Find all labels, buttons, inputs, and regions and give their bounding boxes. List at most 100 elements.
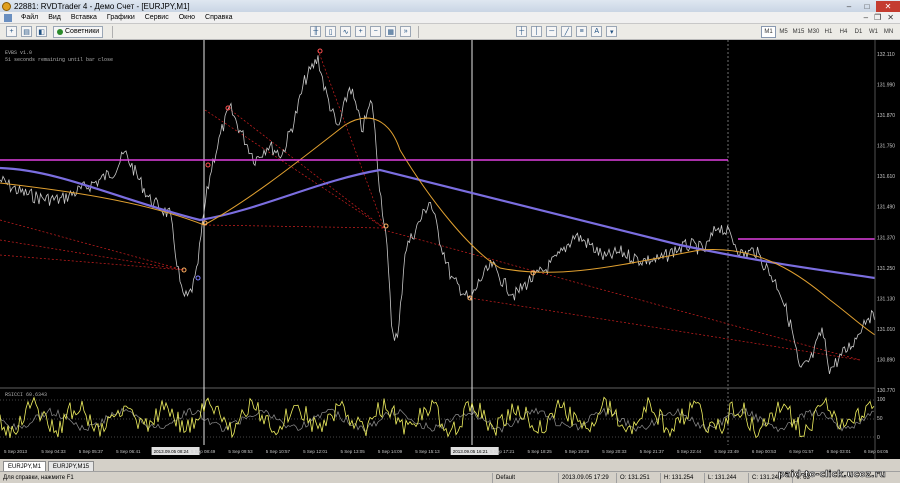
chart-tabs: EURJPY,M1 EURJPY,M15 — [0, 459, 900, 471]
timeframe-button[interactable]: MN — [881, 26, 896, 38]
timeframe-button[interactable]: M1 — [761, 25, 776, 38]
fan-line — [383, 229, 861, 361]
indicator-label: RSICCI 60.6343 — [5, 392, 48, 398]
time-tick-label: 5 Sep 20:33 — [602, 449, 627, 454]
crosshair-icon[interactable]: ┼ — [516, 26, 528, 37]
tile-windows-icon[interactable]: ▦ — [385, 26, 397, 37]
time-tick-label: 5 Sep 18:25 — [527, 449, 552, 454]
zoom-in-icon[interactable]: + — [355, 26, 367, 37]
time-tick-label: 5 Sep 22:44 — [677, 449, 702, 454]
fan-line — [0, 254, 185, 271]
price-tick-label: 131.250 — [877, 266, 895, 272]
price-tick-label: 131.010 — [877, 327, 895, 333]
status-low: L: 131.244 — [704, 472, 748, 483]
mdi-minimize-icon[interactable]: – — [864, 13, 868, 22]
time-tick-label: 2013.09.05 16:21 — [453, 449, 489, 454]
chart-tab[interactable]: EURJPY,M15 — [47, 461, 95, 471]
fan-line — [317, 49, 385, 229]
price-tick-label: 131.130 — [877, 296, 895, 302]
chart-info-line-1: EVBS v1.0 — [5, 50, 33, 56]
mdi-close-icon[interactable]: ✕ — [887, 13, 894, 22]
fan-line — [0, 239, 185, 271]
status-datetime: 2013.09.05 17:29 — [558, 472, 616, 483]
indicator-tick-label: 0 — [877, 435, 880, 441]
channel-icon[interactable]: ≡ — [576, 26, 588, 37]
price-tick-label: 130.890 — [877, 357, 895, 363]
candlestick-icon[interactable]: ▯ — [325, 26, 337, 37]
time-tick-label: 6 Sep 01:57 — [789, 449, 814, 454]
vertical-line-icon[interactable]: │ — [531, 26, 543, 37]
arrows-icon[interactable]: ▾ — [606, 26, 618, 37]
window-title: 22881: RVDTrader 4 - Демо Счет - [EURJPY… — [14, 1, 190, 11]
experts-button[interactable]: Советники — [53, 25, 104, 38]
minimize-icon[interactable]: – — [840, 1, 858, 12]
price-tick-label: 131.610 — [877, 174, 895, 180]
new-chart-icon[interactable]: + — [6, 26, 17, 37]
price-tick-label: 132.110 — [877, 52, 895, 58]
mdi-controls: – ❐ ✕ — [864, 13, 900, 22]
time-tick-label: 5 Sep 21:37 — [640, 449, 665, 454]
menu-insert[interactable]: Вставка — [66, 14, 102, 21]
time-tick-label: 5 Sep 06:41 — [116, 449, 141, 454]
rsi-line — [0, 396, 875, 439]
bar-chart-icon[interactable]: ╫ — [310, 26, 322, 37]
timeframe-button[interactable]: H4 — [836, 26, 851, 38]
watermark: paid-to-click.ucoz.ru — [778, 470, 886, 481]
price-chart[interactable]: 132.110 131.990 131.870 131.750 131.610 131.4… — [0, 40, 900, 459]
price-tick-label: 131.870 — [877, 113, 895, 119]
trendline-icon[interactable]: ╱ — [561, 26, 573, 37]
signal-marker — [195, 275, 201, 281]
app-icon — [2, 1, 11, 11]
timeframe-button[interactable]: H1 — [821, 26, 836, 38]
menu-window[interactable]: Окно — [174, 14, 200, 21]
time-tick-label: 6 Sep 00:53 — [752, 449, 777, 454]
status-open: O: 131.251 — [616, 472, 660, 483]
menu-file[interactable]: Файл — [16, 14, 43, 21]
maximize-icon[interactable]: □ — [858, 1, 876, 12]
indicator-tick-label: 50 — [877, 416, 883, 422]
chart-canvas[interactable]: 132.110 131.990 131.870 131.750 131.610 131.4… — [0, 40, 900, 459]
timeframe-button[interactable]: M30 — [806, 26, 821, 38]
time-tick-label: 6 Sep 03:01 — [827, 449, 852, 454]
close-icon[interactable]: ✕ — [876, 0, 900, 12]
fan-line — [204, 109, 385, 229]
line-chart-icon[interactable]: ∿ — [340, 26, 352, 37]
timeframe-button[interactable]: D1 — [851, 26, 866, 38]
price-line — [0, 55, 875, 374]
timeframe-button[interactable]: W1 — [866, 26, 881, 38]
zoom-out-icon[interactable]: − — [370, 26, 382, 37]
mdi-restore-icon[interactable]: ❐ — [874, 13, 881, 22]
market-watch-icon[interactable]: ◧ — [36, 26, 47, 37]
price-tick-label: 130.770 — [877, 388, 895, 394]
price-tick-label: 131.370 — [877, 235, 895, 241]
time-tick-label: 5 Sep 08:49 — [191, 449, 216, 454]
timeframe-button[interactable]: M5 — [776, 26, 791, 38]
profiles-icon[interactable]: ▤ — [21, 26, 32, 37]
text-icon[interactable]: A — [591, 26, 603, 37]
autoscroll-icon[interactable]: » — [400, 26, 412, 37]
horizontal-line-icon[interactable]: ─ — [546, 26, 558, 37]
fan-line — [204, 224, 385, 229]
signal-marker — [205, 162, 211, 168]
toolbar: + ▤ ◧ Советники ╫ ▯ ∿ + − ▦ » ┼ │ ─ ╱ ≡ … — [0, 24, 900, 40]
time-tick-label: 6 Sep 04:05 — [864, 449, 889, 454]
title-bar: 22881: RVDTrader 4 - Демо Счет - [EURJPY… — [0, 0, 900, 12]
status-high: H: 131.254 — [660, 472, 704, 483]
time-tick-label: 5 Sep 17:21 — [490, 449, 515, 454]
menu-help[interactable]: Справка — [200, 14, 237, 21]
menu-charts[interactable]: Графики — [102, 14, 140, 21]
price-tick-label: 131.750 — [877, 144, 895, 150]
menu-bar: Файл Вид Вставка Графики Сервис Окно Спр… — [0, 12, 900, 24]
time-tick-label: 5 Sep 05:37 — [79, 449, 104, 454]
chart-tab[interactable]: EURJPY,M1 — [3, 461, 46, 471]
timeframe-selector: M1 M5 M15 M30 H1 H4 D1 W1 MN — [761, 25, 900, 38]
menu-tools[interactable]: Сервис — [140, 14, 174, 21]
time-tick-label: 5 Sep 12:01 — [303, 449, 328, 454]
fan-line — [469, 297, 861, 361]
timeframe-button[interactable]: M15 — [791, 26, 806, 38]
menu-view[interactable]: Вид — [43, 14, 66, 21]
price-tick-label: 131.990 — [877, 83, 895, 89]
time-tick-label: 5 Sep 19:29 — [565, 449, 590, 454]
toolbar-separator — [418, 25, 420, 38]
time-tick-label: 5 Sep 10:57 — [266, 449, 291, 454]
